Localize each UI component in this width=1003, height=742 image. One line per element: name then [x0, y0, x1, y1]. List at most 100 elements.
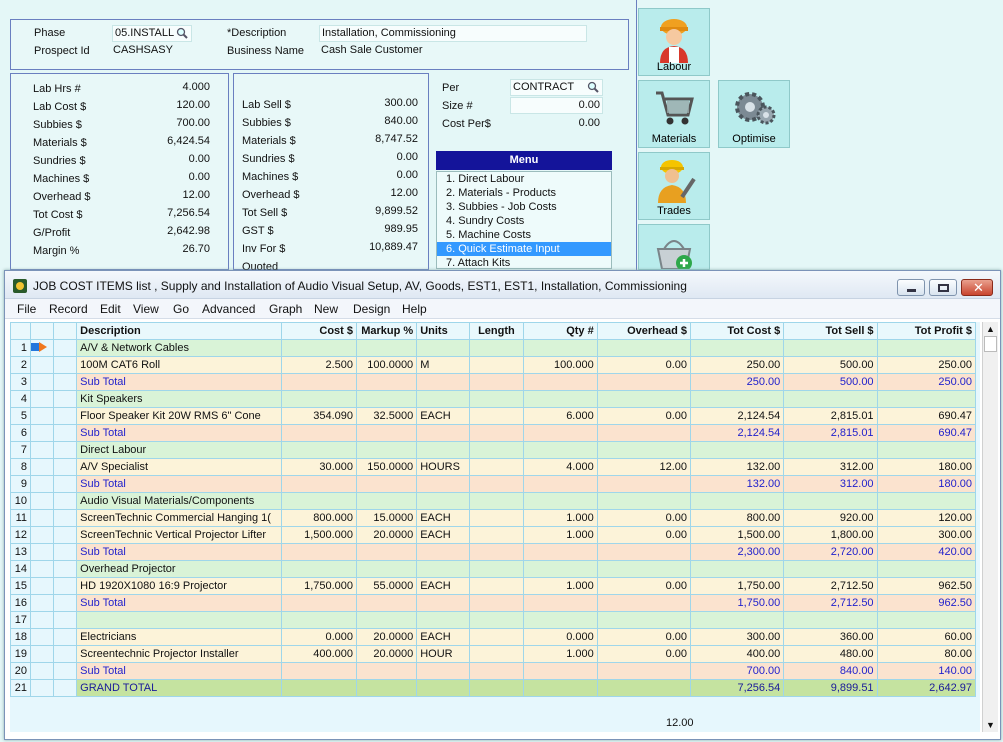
- cell-profit[interactable]: 60.00: [876, 628, 977, 646]
- cell-totsell[interactable]: 840.00: [783, 662, 878, 680]
- cell-desc[interactable]: Audio Visual Materials/Components: [76, 492, 282, 510]
- cell-totsell[interactable]: 2,815.01: [783, 424, 878, 442]
- cell-overhead[interactable]: [596, 560, 692, 578]
- cell-units[interactable]: EACH: [416, 577, 471, 595]
- cell-desc[interactable]: Sub Total: [76, 543, 282, 561]
- menubar-item-design[interactable]: Design: [353, 302, 390, 316]
- table-row[interactable]: 20 Sub Total 700.00 840.00 140.00: [10, 662, 977, 680]
- cell-markup[interactable]: 55.0000: [356, 577, 418, 595]
- cell-desc[interactable]: 100M CAT6 Roll: [76, 356, 282, 374]
- vertical-scrollbar[interactable]: ▲ ▼: [982, 322, 998, 732]
- cell-desc[interactable]: Sub Total: [76, 475, 282, 493]
- cell-cost[interactable]: [280, 475, 358, 493]
- cell-desc[interactable]: ScreenTechnic Commercial Hanging 1(: [76, 509, 282, 527]
- cell-totcost[interactable]: [689, 339, 785, 357]
- cell-profit[interactable]: 250.00: [876, 373, 977, 391]
- cell-desc[interactable]: Screentechnic Projector Installer: [76, 645, 282, 663]
- cell-totsell[interactable]: [783, 492, 878, 510]
- cell-totsell[interactable]: 2,720.00: [783, 543, 878, 561]
- cell-qty[interactable]: [522, 543, 598, 561]
- cell-overhead[interactable]: 12.00: [596, 458, 692, 476]
- cell-markup[interactable]: [356, 492, 418, 510]
- prospect-value[interactable]: CASHSASY: [113, 44, 173, 56]
- cell-totcost[interactable]: 1,750.00: [689, 594, 785, 612]
- cell-profit[interactable]: 250.00: [876, 356, 977, 374]
- scroll-up-arrow[interactable]: ▲: [986, 324, 995, 334]
- cell-qty[interactable]: [522, 594, 598, 612]
- cell-totsell[interactable]: 920.00: [783, 509, 878, 527]
- cell-markup[interactable]: [356, 543, 418, 561]
- cell-qty[interactable]: [522, 339, 598, 357]
- column-header[interactable]: Overhead $: [596, 322, 692, 340]
- cell-length[interactable]: [469, 543, 524, 561]
- cell-totcost[interactable]: 1,750.00: [689, 577, 785, 595]
- cell-totcost[interactable]: 132.00: [689, 475, 785, 493]
- cell-overhead[interactable]: 0.00: [596, 509, 692, 527]
- cell-length[interactable]: [469, 339, 524, 357]
- cell-markup[interactable]: 150.0000: [356, 458, 418, 476]
- cell-length[interactable]: [469, 560, 524, 578]
- cell-qty[interactable]: [522, 679, 598, 697]
- cell-totcost[interactable]: 2,300.00: [689, 543, 785, 561]
- cell-overhead[interactable]: [596, 441, 692, 459]
- table-row[interactable]: 12 ScreenTechnic Vertical Projector Lifte…: [10, 526, 977, 544]
- cell-cost[interactable]: [280, 594, 358, 612]
- cell-profit[interactable]: [876, 492, 977, 510]
- table-row[interactable]: 1 A/V & Network Cables: [10, 339, 977, 357]
- cell-units[interactable]: [416, 424, 471, 442]
- table-row[interactable]: 19 Screentechnic Projector Installer 400.0…: [10, 645, 977, 663]
- menubar-item-record[interactable]: Record: [49, 302, 88, 316]
- menubar-item-graph[interactable]: Graph: [269, 302, 302, 316]
- cell-desc[interactable]: HD 1920X1080 16:9 Projector: [76, 577, 282, 595]
- cell-length[interactable]: [469, 645, 524, 663]
- table-row[interactable]: 10 Audio Visual Materials/Components: [10, 492, 977, 510]
- cell-desc[interactable]: A/V & Network Cables: [76, 339, 282, 357]
- cell-length[interactable]: [469, 526, 524, 544]
- cell-totcost[interactable]: 400.00: [689, 645, 785, 663]
- cell-totsell[interactable]: 480.00: [783, 645, 878, 663]
- cell-cost[interactable]: [280, 492, 358, 510]
- cell-overhead[interactable]: [596, 594, 692, 612]
- cell-profit[interactable]: [876, 611, 977, 629]
- cell-cost[interactable]: 1,750.000: [280, 577, 358, 595]
- cell-totsell[interactable]: [783, 560, 878, 578]
- cell-markup[interactable]: [356, 373, 418, 391]
- cell-units[interactable]: HOURS: [416, 458, 471, 476]
- cell-desc[interactable]: GRAND TOTAL: [76, 679, 282, 697]
- cell-units[interactable]: [416, 492, 471, 510]
- menubar-item-go[interactable]: Go: [173, 302, 189, 316]
- optimise-button[interactable]: Optimise: [718, 80, 790, 148]
- cell-markup[interactable]: 100.0000: [356, 356, 418, 374]
- cell-markup[interactable]: [356, 475, 418, 493]
- cell-qty[interactable]: [522, 492, 598, 510]
- cell-profit[interactable]: 300.00: [876, 526, 977, 544]
- cell-totcost[interactable]: 700.00: [689, 662, 785, 680]
- cell-markup[interactable]: 20.0000: [356, 645, 418, 663]
- cell-qty[interactable]: [522, 390, 598, 408]
- cell-units[interactable]: [416, 441, 471, 459]
- cell-units[interactable]: EACH: [416, 526, 471, 544]
- cell-markup[interactable]: [356, 679, 418, 697]
- cell-profit[interactable]: 120.00: [876, 509, 977, 527]
- table-row[interactable]: 21 GRAND TOTAL 7,256.54 9,899.51 2,642.97: [10, 679, 977, 697]
- cell-qty[interactable]: [522, 424, 598, 442]
- cell-overhead[interactable]: [596, 679, 692, 697]
- menubar-item-help[interactable]: Help: [402, 302, 427, 316]
- cell-qty[interactable]: [522, 441, 598, 459]
- cell-totcost[interactable]: [689, 390, 785, 408]
- cell-units[interactable]: EACH: [416, 509, 471, 527]
- cell-qty[interactable]: [522, 662, 598, 680]
- cell-length[interactable]: [469, 611, 524, 629]
- cell-desc[interactable]: ScreenTechnic Vertical Projector Lifter: [76, 526, 282, 544]
- cell-markup[interactable]: 20.0000: [356, 628, 418, 646]
- cell-desc[interactable]: [76, 611, 282, 629]
- cell-cost[interactable]: [280, 560, 358, 578]
- cell-totsell[interactable]: 500.00: [783, 356, 878, 374]
- cell-length[interactable]: [469, 509, 524, 527]
- table-row[interactable]: 5 Floor Speaker Kit 20W RMS 6" Cone 354.09…: [10, 407, 977, 425]
- description-field[interactable]: Installation, Commissioning: [319, 25, 587, 42]
- column-header[interactable]: Length: [469, 322, 524, 340]
- cell-units[interactable]: HOUR: [416, 645, 471, 663]
- cell-profit[interactable]: 140.00: [876, 662, 977, 680]
- scroll-down-arrow[interactable]: ▼: [986, 720, 995, 730]
